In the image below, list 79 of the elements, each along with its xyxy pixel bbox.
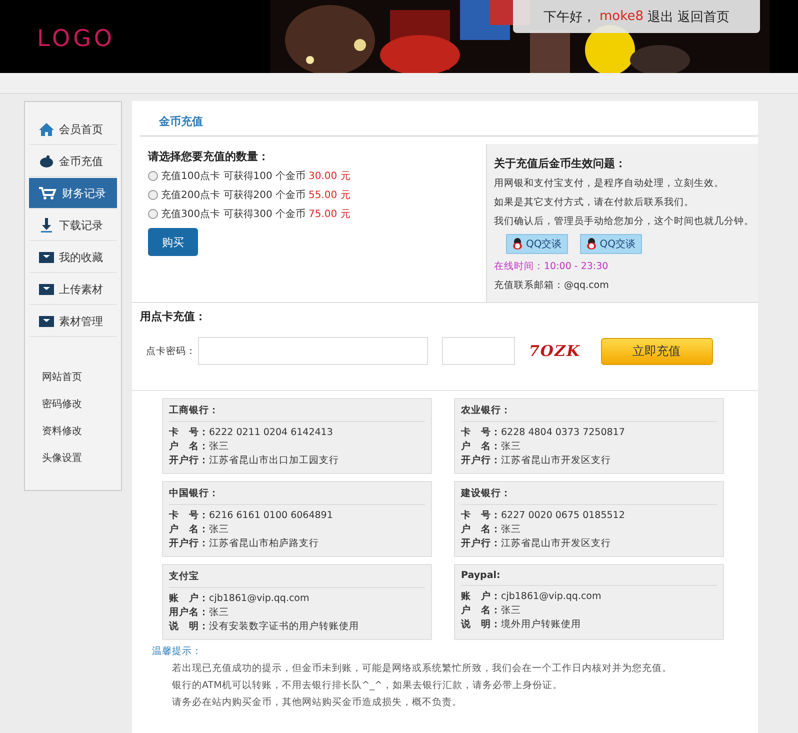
- tip-text: 若出现已充值成功的提示，但金币未到账，可能是网络或系统繁忙所致，我们会在一个工作日内核对并为您充值。: [171, 662, 673, 675]
- account-title: 农业银行：: [461, 399, 717, 422]
- account-detail: 用户名：张三: [169, 606, 230, 620]
- account-detail: 卡 号：6227 0020 0675 0185512: [461, 509, 626, 523]
- username: moke8: [600, 9, 644, 24]
- account-detail: 开户行：江苏省昆山市开发区支行: [461, 537, 612, 551]
- section-title: 金币充值: [140, 101, 758, 137]
- account-detail: 账 户：cjb1861@vip.qq.com: [461, 590, 602, 604]
- radio-button[interactable]: [148, 209, 158, 219]
- tips-heading: 温馨提示：: [152, 645, 203, 658]
- purchase-heading: 请选择您要充值的数量：: [148, 149, 270, 164]
- sidebar-item[interactable]: 我的收藏: [29, 242, 117, 273]
- logo: LOGO: [36, 25, 116, 54]
- sidebar-link[interactable]: 资料修改: [42, 424, 121, 438]
- option-label: 充值100点卡 可获得100 个金币: [161, 170, 306, 183]
- captcha-field[interactable]: [442, 337, 515, 365]
- radio-button[interactable]: [148, 190, 158, 200]
- account-detail: 开户行：江苏省昆山市出口加工园支行: [169, 454, 340, 468]
- greeting-text: 下午好，: [544, 8, 596, 26]
- radio-button[interactable]: [148, 171, 158, 181]
- sidebar-link[interactable]: 网站首页: [42, 370, 121, 384]
- sidebar-item[interactable]: 下载记录: [29, 210, 117, 241]
- option-label: 充值300点卡 可获得300 个金币: [161, 208, 306, 221]
- penguin-icon: [586, 238, 597, 250]
- account-title: 工商银行：: [169, 399, 425, 422]
- online-hours: 在线时间：10:00 - 23:30: [494, 260, 610, 273]
- account-title: Paypal:: [461, 565, 717, 586]
- option-label: 充值200点卡 可获得200 个金币: [161, 188, 306, 202]
- account-detail: 说 明：没有安装数字证书的用户转账使用: [169, 620, 360, 634]
- qq-chat-button[interactable]: QQ交谈: [580, 234, 642, 254]
- account-detail: 卡 号：6228 4804 0373 7250817: [461, 426, 626, 440]
- recharge-button[interactable]: 立即充值: [600, 338, 712, 364]
- sidebar-item[interactable]: 财务记录: [29, 178, 117, 209]
- account-detail: 开户行：江苏省昆山市柏庐路支行: [169, 537, 320, 551]
- account-detail: 卡 号：6216 6161 0100 6064891: [169, 509, 334, 523]
- sidebar-item[interactable]: 上传素材: [29, 274, 117, 305]
- option-price: 55.00 元: [308, 189, 350, 202]
- tip-text: 请务必在站内购买金币，其他网站购买金币造成损失，概不负责。: [171, 696, 463, 709]
- info-heading: 关于充值后金币生效问题：: [494, 156, 627, 171]
- info-text: 我们确认后，管理员手动给您加分，这个时间也就几分钟。: [494, 215, 755, 228]
- envelope-icon: [39, 316, 54, 326]
- account-detail: 说 明：境外用户转账使用: [461, 618, 582, 632]
- account-detail: 户 名：张三: [461, 523, 522, 537]
- account-detail: 户 名：张三: [461, 604, 522, 618]
- sidebar-item[interactable]: 金币充值: [29, 146, 117, 177]
- qq-chat-button[interactable]: QQ交谈: [506, 234, 568, 254]
- cart-icon: [39, 186, 57, 200]
- sidebar-link[interactable]: 头像设置: [42, 451, 121, 465]
- envelope-icon: [39, 252, 54, 262]
- info-text: 用网银和支付宝支付，是程序自动处理，立刻生效。: [494, 177, 725, 190]
- penguin-icon: [512, 238, 523, 250]
- option-price: 30.00 元: [308, 170, 350, 183]
- field-label: 点卡密码：: [146, 344, 197, 358]
- tip-text: 银行的ATM机可以转账，不用去银行排长队^_^，如果去银行汇款，请务必带上身份证。: [171, 679, 564, 692]
- account-title: 建设银行：: [461, 482, 717, 505]
- account-title: 中国银行：: [169, 482, 425, 505]
- header-link[interactable]: 返回首页: [677, 8, 730, 26]
- home-icon: [39, 122, 54, 136]
- envelope-icon: [39, 284, 54, 294]
- buy-button[interactable]: 购买: [148, 228, 198, 256]
- account-detail: 户 名：张三: [461, 440, 522, 454]
- card-heading: 用点卡充值：: [140, 309, 207, 324]
- sidebar-item[interactable]: 会员首页: [29, 114, 117, 145]
- account-detail: 卡 号：6222 0211 0204 6142413: [169, 426, 334, 440]
- sidebar-link[interactable]: 密码修改: [42, 397, 121, 411]
- option-price: 75.00 元: [308, 208, 350, 221]
- account-detail: 账 户：cjb1861@vip.qq.com: [169, 592, 310, 606]
- account-title: 支付宝: [169, 565, 425, 588]
- captcha-image: 7OZK: [529, 342, 580, 360]
- card-password-field[interactable]: [198, 337, 428, 365]
- header-link[interactable]: 退出: [647, 8, 674, 26]
- sidebar-item[interactable]: 素材管理: [29, 306, 117, 337]
- download-icon: [39, 218, 54, 232]
- contact-email: 充值联系邮箱：@qq.com: [494, 279, 610, 292]
- piggy-bank-icon: [39, 154, 54, 168]
- account-detail: 户 名：张三: [169, 440, 230, 454]
- info-text: 如果是其它支付方式，请在付款后联系我们。: [494, 196, 695, 209]
- account-detail: 户 名：张三: [169, 523, 230, 537]
- account-detail: 开户行：江苏省昆山市开发区支行: [461, 454, 612, 468]
